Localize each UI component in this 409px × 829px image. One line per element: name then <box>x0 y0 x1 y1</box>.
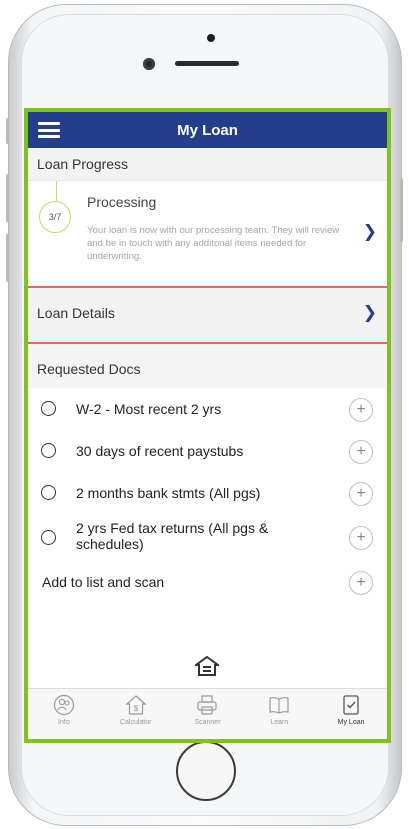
loan-progress-row[interactable]: 3/7 Processing Your loan is now with our… <box>28 181 387 288</box>
earpiece-speaker <box>175 61 239 66</box>
mute-switch <box>6 118 9 144</box>
tab-label: My Loan <box>337 719 365 726</box>
tab-label: Scanner <box>194 719 221 726</box>
doc-item[interactable]: 30 days of recent paystubs + <box>28 430 387 472</box>
info-people-icon <box>53 694 74 716</box>
add-doc-button[interactable]: + <box>349 526 373 550</box>
page-title: My Loan <box>177 121 238 139</box>
calculator-house-icon: $ <box>125 695 147 715</box>
tab-calculator[interactable]: $ Calculator <box>100 689 172 739</box>
radio-button[interactable] <box>41 443 56 458</box>
power-button <box>400 178 403 242</box>
tab-scanner[interactable]: Scanner <box>172 689 244 739</box>
tab-label: Learn <box>270 719 289 726</box>
doc-label: 2 yrs Fed tax returns (All pgs & schedul… <box>76 520 269 552</box>
tab-my-loan[interactable]: My Loan <box>315 689 387 739</box>
radio-button[interactable] <box>41 401 56 416</box>
doc-item[interactable]: 2 yrs Fed tax returns (All pgs & schedul… <box>28 514 387 562</box>
scanner-icon <box>197 695 218 715</box>
radio-button[interactable] <box>41 530 56 545</box>
equal-housing-icon <box>192 655 222 676</box>
radio-button[interactable] <box>41 485 56 500</box>
doc-item[interactable]: W-2 - Most recent 2 yrs + <box>28 388 387 430</box>
progress-step-badge: 3/7 <box>39 201 71 233</box>
add-doc-button[interactable]: + <box>349 482 373 506</box>
doc-label: 2 months bank stmts (All pgs) <box>76 485 261 501</box>
tab-label: Calculator <box>119 719 152 726</box>
equal-housing-lender-logo <box>192 655 222 681</box>
tab-learn[interactable]: Learn <box>243 689 315 739</box>
add-scan-button[interactable]: + <box>349 571 373 595</box>
proximity-sensor <box>207 34 215 42</box>
requested-docs-header: Requested Docs <box>28 344 387 388</box>
doc-label: W-2 - Most recent 2 yrs <box>76 401 222 417</box>
volume-up-button <box>6 174 9 222</box>
volume-down-button <box>6 234 9 282</box>
tab-info[interactable]: Info <box>28 689 100 739</box>
add-doc-button[interactable]: + <box>349 440 373 464</box>
doc-item[interactable]: 2 months bank stmts (All pgs) + <box>28 472 387 514</box>
menu-icon[interactable] <box>38 122 60 138</box>
doc-label: 30 days of recent paystubs <box>76 443 244 459</box>
chevron-right-icon: ❯ <box>362 222 377 241</box>
progress-status: Processing <box>87 194 157 210</box>
app-screen: My Loan Loan Progress 3/7 Processing You… <box>24 108 391 743</box>
svg-text:$: $ <box>133 704 138 713</box>
add-to-list-row[interactable]: Add to list and scan + <box>28 562 387 602</box>
book-icon <box>269 697 289 714</box>
tab-bar: Info $ Calculator Scanner Learn My Loan <box>28 688 387 739</box>
add-doc-button[interactable]: + <box>349 398 373 422</box>
loan-details-label: Loan Details <box>37 305 115 321</box>
checklist-icon <box>343 695 359 715</box>
add-to-list-label: Add to list and scan <box>42 574 165 590</box>
tab-label: Info <box>58 719 70 726</box>
progress-description: Your loan is now with our processing tea… <box>87 225 340 262</box>
loan-progress-header: Loan Progress <box>28 148 387 181</box>
progress-connector <box>56 181 57 201</box>
home-button[interactable] <box>176 741 236 801</box>
app-bar: My Loan <box>28 112 387 148</box>
loan-details-row[interactable]: Loan Details ❯ <box>28 288 387 344</box>
chevron-right-icon: ❯ <box>362 303 377 322</box>
front-camera <box>143 58 155 70</box>
